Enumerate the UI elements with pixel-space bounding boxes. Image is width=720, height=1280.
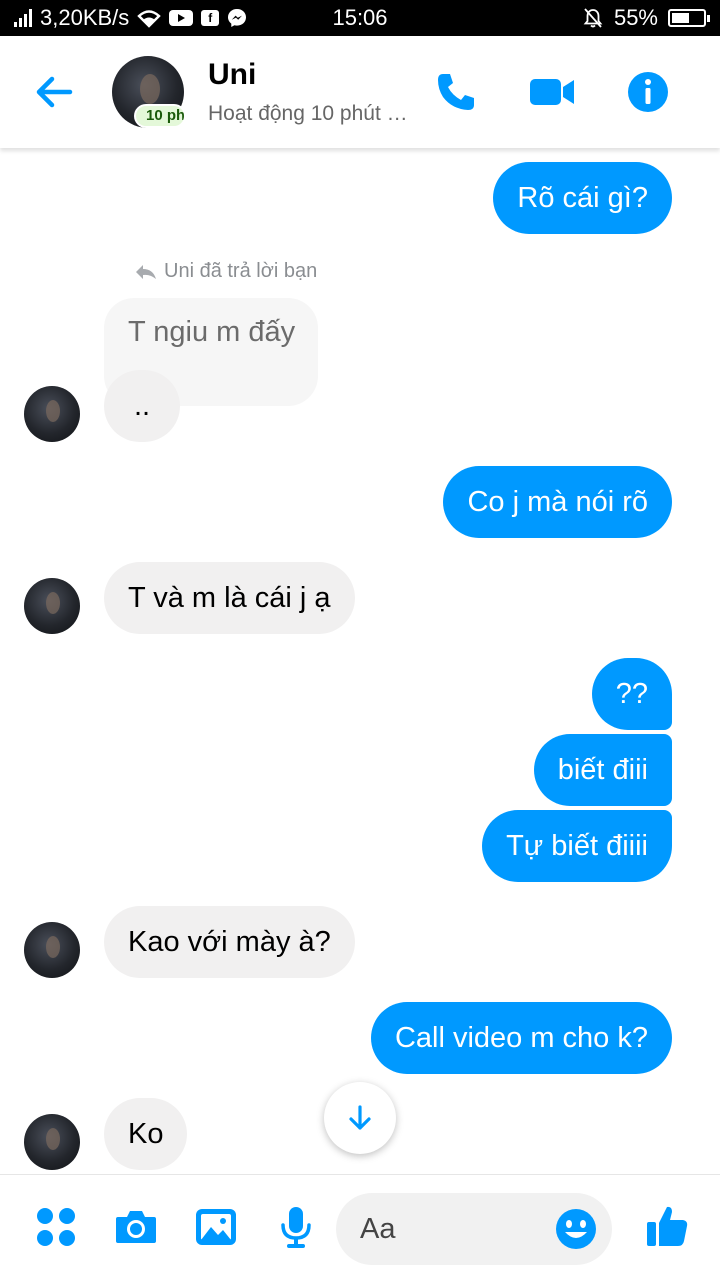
chat-header: 10 phút Uni Hoạt động 10 phút trước xyxy=(0,36,720,148)
back-arrow-icon[interactable] xyxy=(30,72,78,112)
status-bar: 3,20KB/s f 15:06 55% xyxy=(0,0,720,36)
message-incoming[interactable]: Kao với mày à? xyxy=(104,906,355,978)
contact-name[interactable]: Uni xyxy=(208,58,256,92)
video-camera-icon[interactable] xyxy=(528,70,576,114)
message-incoming[interactable]: Ko xyxy=(104,1098,188,1170)
message-incoming[interactable]: .. xyxy=(104,370,181,442)
message-outgoing[interactable]: ?? xyxy=(591,658,672,730)
message-outgoing[interactable]: Co j mà nói rõ xyxy=(443,466,672,538)
battery-percent: 55% xyxy=(613,5,658,30)
microphone-icon[interactable] xyxy=(274,1205,318,1249)
status-right: 55% xyxy=(582,5,710,31)
message-outgoing[interactable]: Tự biết điiii xyxy=(482,810,672,882)
image-icon[interactable] xyxy=(194,1205,238,1249)
reply-notice: Uni đã trả lời bạn xyxy=(134,260,317,283)
composer-bar: Aa xyxy=(0,1174,720,1280)
contact-avatar-small[interactable] xyxy=(24,1114,80,1170)
contact-avatar-small[interactable] xyxy=(24,922,80,978)
reply-arrow-icon xyxy=(136,264,156,279)
message-outgoing[interactable]: Call video m cho k? xyxy=(370,1002,672,1074)
contact-avatar-small[interactable] xyxy=(24,578,80,634)
smiley-icon[interactable] xyxy=(554,1207,598,1251)
four-dots-icon[interactable] xyxy=(34,1205,78,1249)
message-outgoing[interactable]: Rõ cái gì? xyxy=(493,162,672,234)
battery-fill xyxy=(672,13,689,23)
info-icon[interactable] xyxy=(626,70,670,114)
message-incoming[interactable]: T và m là cái j ạ xyxy=(104,562,355,634)
arrow-down-icon xyxy=(349,1105,371,1130)
message-thread[interactable]: Rõ cái gì? Uni đã trả lời bạn T ngiu m đ… xyxy=(0,148,720,1174)
scroll-to-bottom-button[interactable] xyxy=(324,1082,396,1154)
phone-icon[interactable] xyxy=(434,70,478,114)
bell-muted-icon xyxy=(583,8,603,28)
active-time-badge: 10 phút xyxy=(134,104,186,128)
battery-icon xyxy=(668,9,710,27)
camera-icon[interactable] xyxy=(114,1205,158,1249)
contact-avatar-small[interactable] xyxy=(24,386,80,442)
thumbs-up-icon[interactable] xyxy=(644,1203,690,1249)
message-outgoing[interactable]: biết điii xyxy=(533,734,672,806)
message-input[interactable]: Aa xyxy=(336,1193,612,1265)
contact-status: Hoạt động 10 phút trước xyxy=(208,102,408,125)
message-input-placeholder: Aa xyxy=(360,1213,396,1245)
reply-notice-text: Uni đã trả lời bạn xyxy=(164,260,318,282)
